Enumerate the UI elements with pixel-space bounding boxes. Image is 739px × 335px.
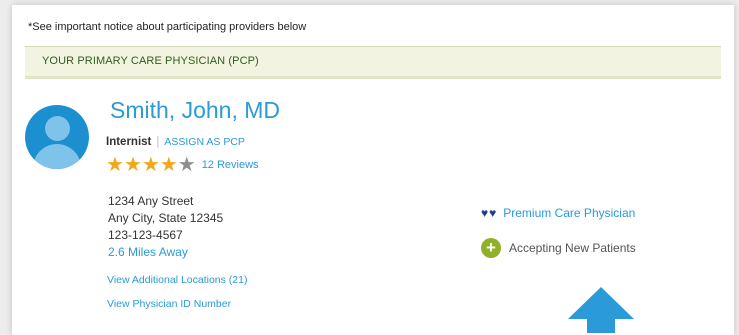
city-state-zip: Any City, State 12345 [108,211,224,225]
phone-number: 123-123-4567 [108,228,183,242]
physician-id-link[interactable]: View Physician ID Number [107,298,231,310]
rating-row: ★★★★★ 12 Reviews [106,155,259,175]
physician-card: *See important notice about participatin… [12,5,734,335]
specialty-row: Internist | ASSIGN AS PCP [106,136,245,148]
arrow-up-icon [568,287,634,333]
accepting-patients-label: Accepting New Patients [509,241,636,255]
star-icon: ★ [141,154,160,176]
separator: | [156,136,160,148]
additional-locations-link[interactable]: View Additional Locations (21) [107,274,247,286]
star-rating: ★★★★★ [106,154,196,176]
street-address: 1234 Any Street [108,194,194,208]
pcp-banner-label: YOUR PRIMARY CARE PHYSICIAN (PCP) [42,55,259,67]
star-icon: ★ [106,154,124,176]
participating-notice: *See important notice about participatin… [28,21,307,33]
physician-address: 1234 Any Street Any City, State 12345 12… [108,193,223,261]
star-icon: ★ [177,154,196,176]
heart-icon: ♥♥ [481,206,498,220]
premium-care-badge: ♥♥ Premium Care Physician [481,206,635,220]
physician-name[interactable]: Smith, John, MD [110,97,280,124]
avatar-head [45,116,70,141]
star-icon: ★ [159,154,178,176]
physician-specialty: Internist [106,136,152,148]
assign-pcp-link[interactable]: ASSIGN AS PCP [164,136,245,148]
avatar-body [33,144,81,169]
user-avatar-icon [25,105,89,169]
distance-link[interactable]: 2.6 Miles Away [108,244,223,261]
accepting-patients-badge: + Accepting New Patients [481,238,636,258]
pcp-banner: YOUR PRIMARY CARE PHYSICIAN (PCP) [25,46,721,79]
premium-care-label[interactable]: Premium Care Physician [503,206,635,220]
reviews-link[interactable]: 12 Reviews [202,159,259,171]
star-icon: ★ [123,154,142,176]
plus-circle-icon: + [481,238,501,258]
